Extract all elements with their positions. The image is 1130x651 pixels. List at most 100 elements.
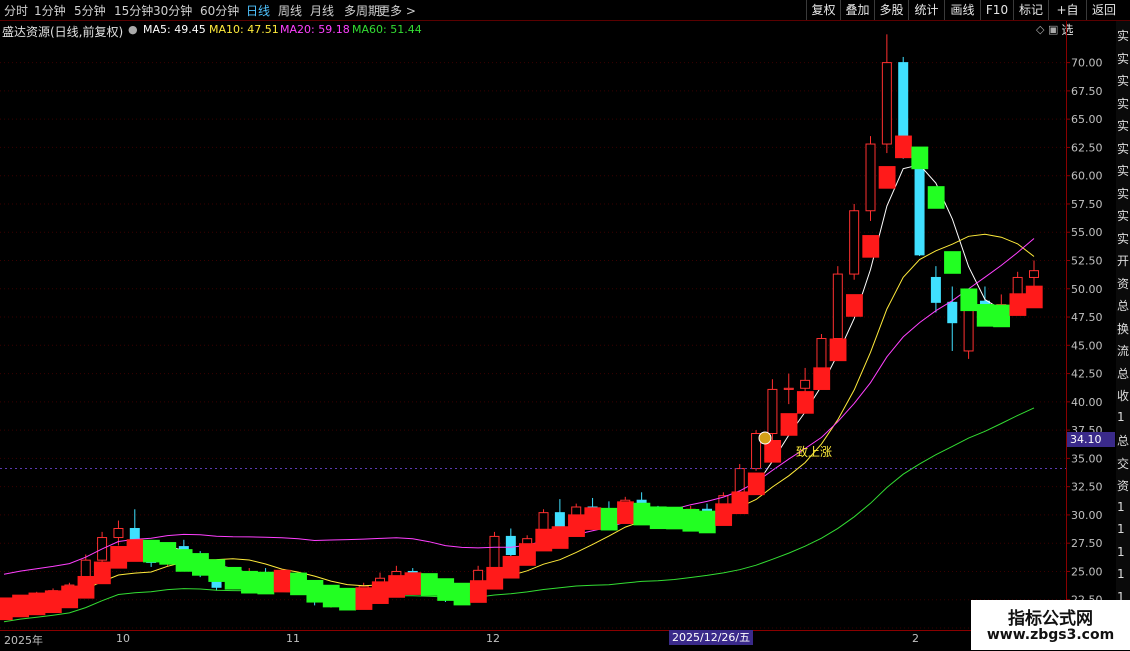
ma-line-ma60 [3,407,1035,623]
indicator-block [241,570,258,594]
ma5-value: MA5: 49.45 [143,23,206,36]
side-char: 1 [1117,409,1125,424]
indicator-block [61,585,79,609]
side-char: 实 [1117,141,1130,156]
indicator-block [306,579,324,603]
side-char: 1 [1117,567,1125,581]
settings-circle-icon[interactable]: ● [128,23,138,36]
side-char: 1 [1117,544,1125,559]
period-tab-1[interactable]: 1分钟 [34,2,66,19]
kline-chart[interactable]: 70.0067.5065.0062.5060.0057.5055.0052.50… [0,0,1130,650]
candle-body [767,388,778,435]
indicator-block [698,510,716,534]
indicator-block [715,503,733,526]
indicator-block [649,506,667,530]
indicator-block [110,546,128,569]
side-char: 资 [1117,479,1130,493]
toolbar-button-0[interactable]: 复权 [806,0,840,20]
indicator-block [142,539,160,563]
period-tab-5[interactable]: 60分钟 [200,2,239,19]
toolbar-button-7[interactable]: +自选 [1048,0,1086,37]
indicator-block [322,584,340,608]
side-char: 实 [1117,164,1130,178]
indicator-block [633,502,651,526]
period-tab-7[interactable]: 周线 [278,2,302,19]
maximize-icon[interactable]: ▣ [1048,23,1058,36]
indicator-block [437,578,455,601]
period-tab-10[interactable]: 更多 > [378,2,416,19]
candle-body [881,62,892,145]
side-char: 1 [1117,499,1125,514]
indicator-block [845,294,863,317]
indicator-block [355,587,373,610]
indicator-block [12,594,30,618]
side-char: 流 [1117,344,1130,358]
candle-body [505,535,516,556]
period-tab-8[interactable]: 月线 [310,2,334,19]
period-tab-0[interactable]: 分时 [4,2,28,19]
toolbar-button-6[interactable]: 标记 [1013,0,1048,20]
indicator-block [535,528,553,552]
indicator-block [339,587,357,611]
toolbar-button-4[interactable]: 画线 [944,0,980,20]
indicator-block [731,491,749,515]
side-char: 实 [1117,119,1130,133]
price-axis [1066,21,1117,630]
indicator-block [44,590,62,614]
indicator-block [1025,285,1043,309]
indicator-block [666,506,683,530]
indicator-block [584,507,602,530]
side-info-strip: 实实实实实实实实实实开资总换流总收1总交资111111 [1116,21,1130,630]
side-char: 总 [1117,299,1130,313]
toolbar-button-5[interactable]: F10 [980,0,1013,20]
date-axis: 2025年 10 11 12 2 [0,630,1066,651]
crosshair-date: 2025/12/26/五 [669,630,754,645]
panel-controls[interactable]: ◇ ▣ [1036,23,1058,36]
watermark: 指标公式网 www.zbgs3.com [971,600,1130,650]
period-tab-9[interactable]: 多周期 [344,2,380,19]
indicator-block [388,575,406,598]
candle-body [947,301,958,324]
toolbar-button-2[interactable]: 多股 [874,0,908,20]
indicator-block [502,555,520,579]
indicator-block [747,472,765,496]
period-tab-2[interactable]: 5分钟 [74,2,106,19]
period-tab-3[interactable]: 15分钟 [114,2,153,19]
toolbar-button-1[interactable]: 叠加 [840,0,874,20]
side-char: 实 [1117,231,1130,246]
candle-body [865,143,876,212]
indicator-block [126,539,144,562]
indicator-block [290,572,307,596]
indicator-block [944,251,961,274]
toolbar-button-8[interactable]: 返回 [1086,0,1121,20]
side-char: 交 [1117,456,1130,471]
indicator-block [993,304,1010,328]
indicator-block [192,553,209,576]
indicator-block [617,501,634,524]
ma60-value: MA60: 51.44 [352,23,422,36]
toolbar-button-3[interactable]: 统计 [908,0,944,20]
indicator-block [895,135,912,159]
indicator-block [257,571,275,595]
indicator-block [911,146,929,170]
candle-body [849,210,860,275]
indicator-block [551,526,569,549]
indicator-block [927,186,945,209]
current-price-tag: 34.10 [1067,432,1115,447]
indicator-block [862,235,880,258]
indicator-block [878,166,896,189]
period-tab-4[interactable]: 30分钟 [153,2,192,19]
signal-annotation: 致上涨 [796,445,833,459]
indicator-block [519,543,536,566]
side-char: 换 [1117,321,1130,336]
indicator-block [404,572,422,595]
stock-title: 盛达资源(日线,前复权) [2,25,124,39]
diamond-icon[interactable]: ◇ [1036,23,1044,36]
period-tab-6[interactable]: 日线 [246,2,270,19]
side-char: 实 [1117,29,1130,43]
indicator-block [273,569,291,593]
indicator-block [0,597,13,621]
date-label: 12 [486,632,500,645]
candle-body [1029,270,1039,278]
indicator-block [420,573,438,596]
